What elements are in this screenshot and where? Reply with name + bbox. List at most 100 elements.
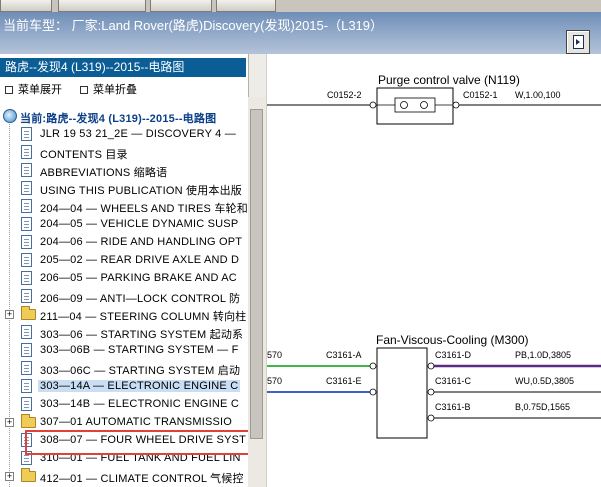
document-icon [21,289,32,303]
fan-wire-spec: WU,0.5D,3805 [515,376,574,386]
tree-item-label: 205—02 — REAR DRIVE AXLE AND D [40,254,240,266]
fan-edge-label: 570 [267,376,282,386]
exit-button[interactable] [566,30,590,54]
expand-menu-button[interactable]: 菜单展开 [5,81,62,97]
tree-item-label: CONTENTS 目录 [40,149,128,161]
document-icon [21,145,32,159]
tree-item-label: 303—14A — ELECTRONIC ENGINE C [38,380,241,392]
fan-edge-label: 570 [267,350,282,360]
collapse-icon [80,86,88,94]
tree-item[interactable]: 303—06B — STARTING SYSTEM — F [0,342,248,360]
tree-item-label: 307—01 AUTOMATIC TRANSMISSIO [40,416,233,428]
tree-item-label: 303—06B — STARTING SYSTEM — F [40,344,239,356]
purge-valve-pin [420,101,428,109]
tree-item[interactable]: ABBREVIATIONS 缩略语 [0,162,248,180]
tree-item-label: JLR 19 53 21_2E — DISCOVERY 4 — [40,128,236,140]
vehicle-value: 厂家:Land Rover(路虎)Discovery(发现)2015-（L319… [71,18,384,33]
collapse-menu-button[interactable]: 菜单折叠 [80,81,137,97]
fan-left-top-connector: C3161-A [326,350,362,360]
tree-item[interactable]: 206—05 — PARKING BRAKE AND AC [0,270,248,288]
selection-highlight-box [25,430,259,455]
fan-title: Fan-Viscous-Cooling (M300) [376,333,529,347]
panel-edge [248,54,266,97]
purge-left-connector: C0152-2 [327,90,362,100]
toolbar-button-2[interactable] [58,0,146,12]
tree-item[interactable]: 204—04 — WHEELS AND TIRES 车轮和 [0,198,248,216]
exit-door-icon [573,35,584,49]
document-icon [21,379,32,393]
toolbar-button-1[interactable] [0,0,52,12]
document-icon [21,235,32,249]
diagram-canvas: Purge control valve (N119) C0152-2 C0152… [267,73,601,439]
purge-valve-pin [400,101,408,109]
tree-scrollbar[interactable] [248,97,266,487]
tree-item[interactable]: 204—05 — VEHICLE DYNAMIC SUSP [0,216,248,234]
tree-item-label: 206—09 — ANTI—LOCK CONTROL 防 [40,293,241,305]
tree-folder[interactable]: +211—04 — STEERING COLUMN 转向柱 [0,306,248,324]
fan-right-connector: C3161-B [435,402,471,412]
fan-left-bottom-connector: C3161-E [326,376,362,386]
fan-wire-spec: PB,1.0D,3805 [515,350,571,360]
vehicle-info: 当前车型： 厂家:Land Rover(路虎)Discovery(发现)2015… [3,15,383,34]
fan-right-connector: C3161-D [435,350,472,360]
tree-item[interactable]: 205—02 — REAR DRIVE AXLE AND D [0,252,248,270]
fan-wire-spec: B,0.75D,1565 [515,402,570,412]
purge-wire-spec: W,1.00,100 [515,90,561,100]
connector-pin-icon [369,388,377,396]
top-toolbar [0,0,601,12]
tree-item-label: 206—05 — PARKING BRAKE AND AC [40,272,237,284]
wiring-diagram[interactable]: Purge control valve (N119) C0152-2 C0152… [267,54,601,487]
tree-item[interactable]: 303—06C — STARTING SYSTEM 启动 [0,360,248,378]
document-icon [21,127,32,141]
folder-icon [21,306,36,320]
expand-plus-icon[interactable]: + [5,472,14,481]
tree-item[interactable]: 303—06 — STARTING SYSTEM 起动系 [0,324,248,342]
connector-pin-icon [452,101,460,109]
document-icon [21,325,32,339]
document-icon [21,163,32,177]
document-icon [21,271,32,285]
expand-menu-label: 菜单展开 [18,84,62,96]
document-icon [21,361,32,375]
toolbar-button-4[interactable] [216,0,276,12]
panel-title: 路虎--发现4 (L319)--2015--电路图 [0,58,246,77]
document-icon [21,397,32,411]
fan-box[interactable] [376,347,428,439]
tree-item-label: USING THIS PUBLICATION 使用本出版 [40,185,242,197]
tree-item-selected[interactable]: 303—14A — ELECTRONIC ENGINE C [0,378,248,396]
expand-plus-icon[interactable]: + [5,418,14,427]
tree-root[interactable]: 当前:路虎--发现4 (L319)--2015--电路图 [0,108,248,126]
fan-right-connector: C3161-C [435,376,472,386]
tree-item-label: 303—14B — ELECTRONIC ENGINE C [40,398,239,410]
connector-pin-icon [369,362,377,370]
tree-item-label: 204—06 — RIDE AND HANDLING OPT [40,236,243,248]
document-icon [21,217,32,231]
tree-item[interactable]: 303—14B — ELECTRONIC ENGINE C [0,396,248,414]
tree-item-label: 303—06C — STARTING SYSTEM 启动 [40,365,241,377]
tree-item[interactable]: 206—09 — ANTI—LOCK CONTROL 防 [0,288,248,306]
vehicle-header: 当前车型： 厂家:Land Rover(路虎)Discovery(发现)2015… [0,12,601,54]
scrollbar-thumb[interactable] [250,109,263,439]
tree-item[interactable]: USING THIS PUBLICATION 使用本出版 [0,180,248,198]
tree-item[interactable]: 204—06 — RIDE AND HANDLING OPT [0,234,248,252]
tree-item-label: 211—04 — STEERING COLUMN 转向柱 [40,311,247,323]
tree-folder[interactable]: +412—01 — CLIMATE CONTROL 气候控 [0,468,248,486]
connector-pin-icon [427,388,435,396]
expand-plus-icon[interactable]: + [5,310,14,319]
toolbar-button-3[interactable] [150,0,212,12]
purge-valve-title: Purge control valve (N119) [378,73,520,87]
connector-pin-icon [369,101,377,109]
panel-actions: 菜单展开 菜单折叠 [0,77,246,97]
document-icon [21,253,32,267]
tree-item[interactable]: CONTENTS 目录 [0,144,248,162]
connector-pin-icon [427,362,435,370]
tree-item-label: 303—06 — STARTING SYSTEM 起动系 [40,329,244,341]
purge-right-connector: C0152-1 [463,90,498,100]
tree-item[interactable]: JLR 19 53 21_2E — DISCOVERY 4 — [0,126,248,144]
collapse-menu-label: 菜单折叠 [93,84,137,96]
vehicle-label: 当前车型： [3,18,69,33]
navigation-panel: 路虎--发现4 (L319)--2015--电路图 菜单展开 菜单折叠 当前:路… [0,54,266,487]
folder-icon [21,414,36,428]
connector-pin-icon [427,414,435,422]
document-icon [21,181,32,195]
